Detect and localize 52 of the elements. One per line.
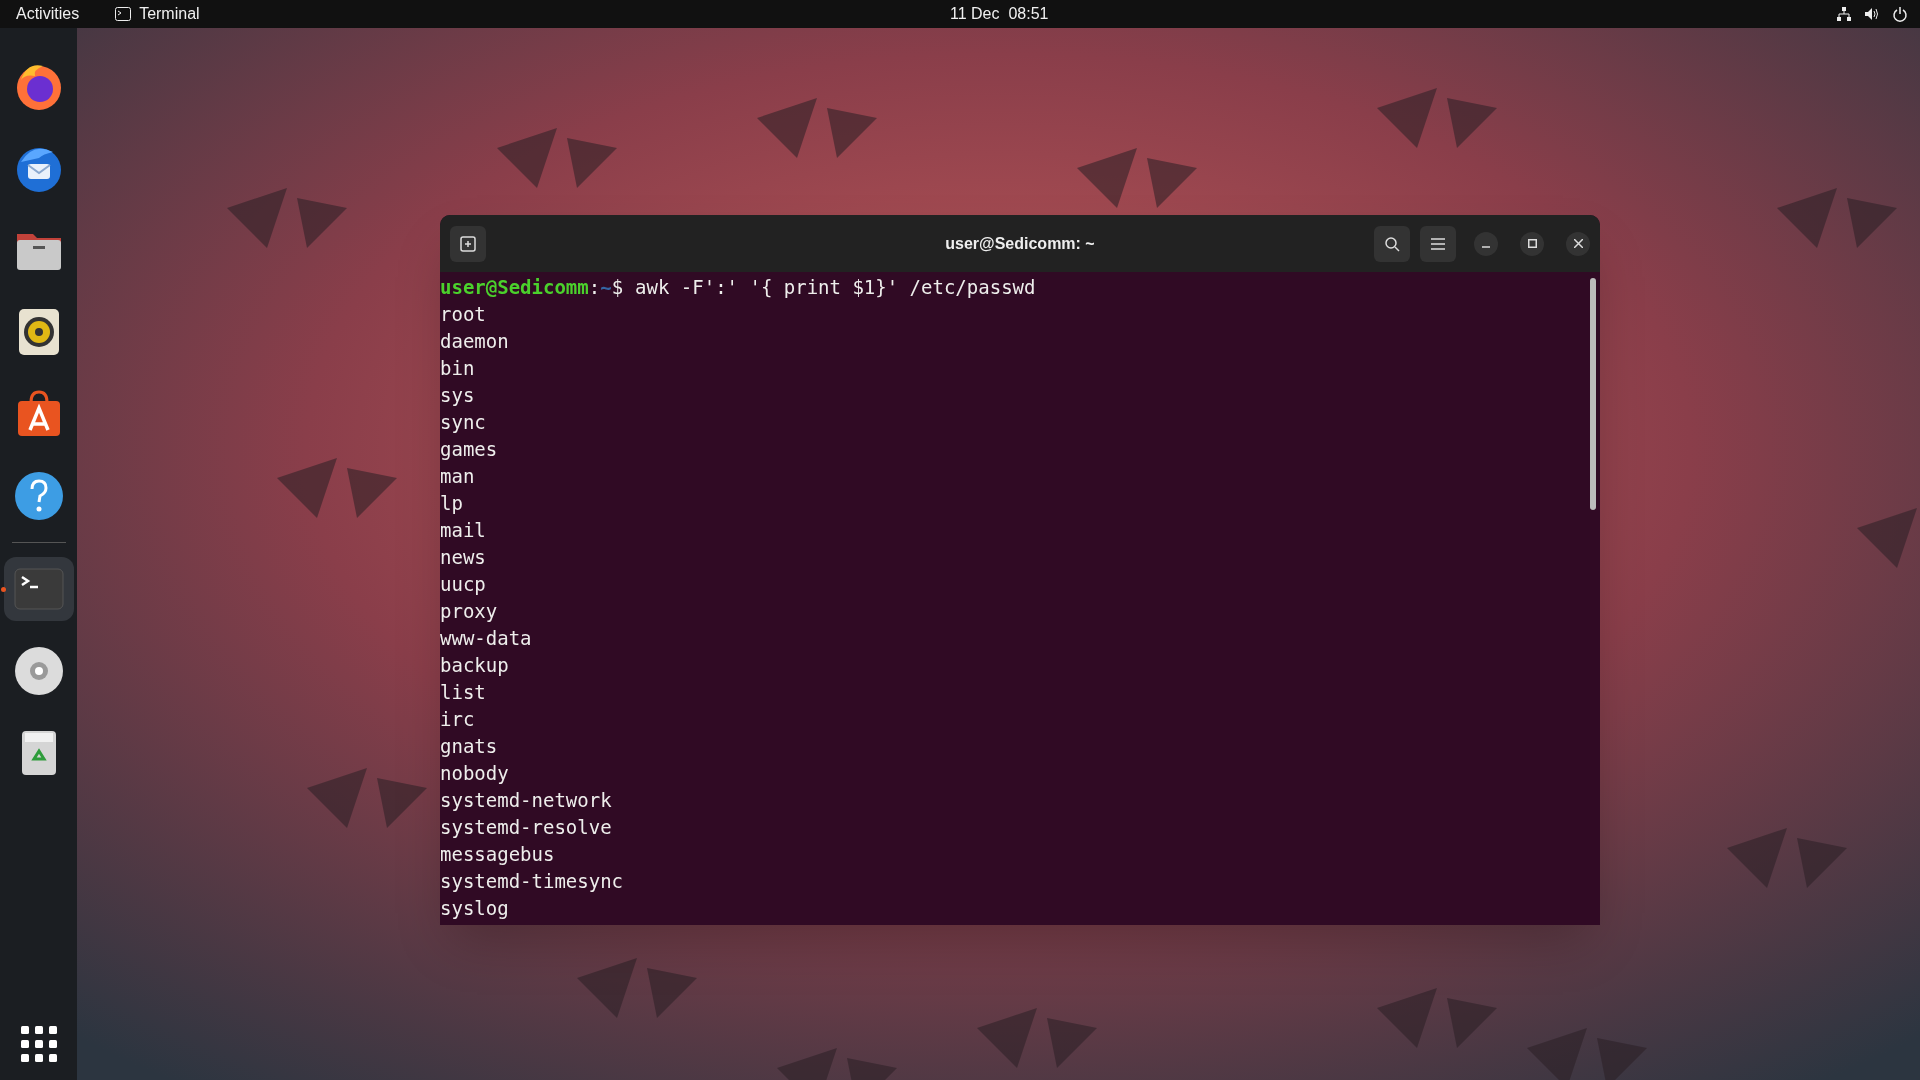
clock[interactable]: 11 Dec 08:51 [950,2,1049,26]
close-button[interactable] [1566,231,1590,256]
search-button[interactable] [1374,225,1410,262]
prompt-path: ~ [600,275,612,300]
new-tab-icon [460,235,476,252]
output-line: root [440,302,486,327]
output-line: list [440,680,486,705]
help-icon[interactable] [12,470,65,522]
output-line: systemd-network [440,788,612,813]
maximize-icon [1527,239,1537,248]
output-line: gnats [440,734,498,759]
output-line: systemd-resolve [440,815,612,840]
app-grid-icon[interactable] [20,1026,57,1062]
minimize-icon [1482,246,1490,248]
output-line: news [440,545,486,570]
output-line: syslog [440,896,509,921]
menu-icon [1431,237,1445,250]
scrollbar-thumb[interactable] [1590,278,1596,510]
window-title: user@Sedicomm: ~ [945,233,1095,254]
output-line: nobody [440,761,509,786]
output-line: proxy [440,599,498,624]
close-icon [1573,239,1583,248]
output-line: www-data [440,626,532,651]
minimize-button[interactable] [1474,231,1498,256]
terminal-icon [115,7,132,21]
activities-button[interactable]: Activities [12,2,84,26]
output-line: lp [440,491,463,516]
output-line: mail [440,518,486,543]
new-tab-button[interactable] [450,225,486,262]
output-line: systemd-timesync [440,869,624,894]
disc-icon[interactable] [12,645,65,697]
output-line: man [440,464,475,489]
output-line: messagebus [440,842,555,867]
menu-button[interactable] [1420,225,1456,262]
command-text: awk -F':' '{ print $1}' /etc/passwd [635,275,1036,300]
app-menu[interactable]: Terminal [115,2,200,26]
output-line: bin [440,356,475,381]
prompt-separator: : [588,275,601,300]
prompt-user-host: user@Sedicomm [440,275,589,300]
prompt-symbol: $ [611,275,624,300]
output-line: sync [440,410,486,435]
network-icon[interactable] [1836,6,1852,22]
search-icon [1384,235,1400,252]
maximize-button[interactable] [1520,231,1544,256]
output-line: irc [440,707,475,732]
output-line: uucp [440,572,486,597]
output-line: daemon [440,329,509,354]
output-line: backup [440,653,509,678]
output-line: games [440,437,498,462]
power-icon[interactable] [1892,6,1908,22]
output-line: sys [440,383,475,408]
volume-icon[interactable] [1864,6,1880,22]
